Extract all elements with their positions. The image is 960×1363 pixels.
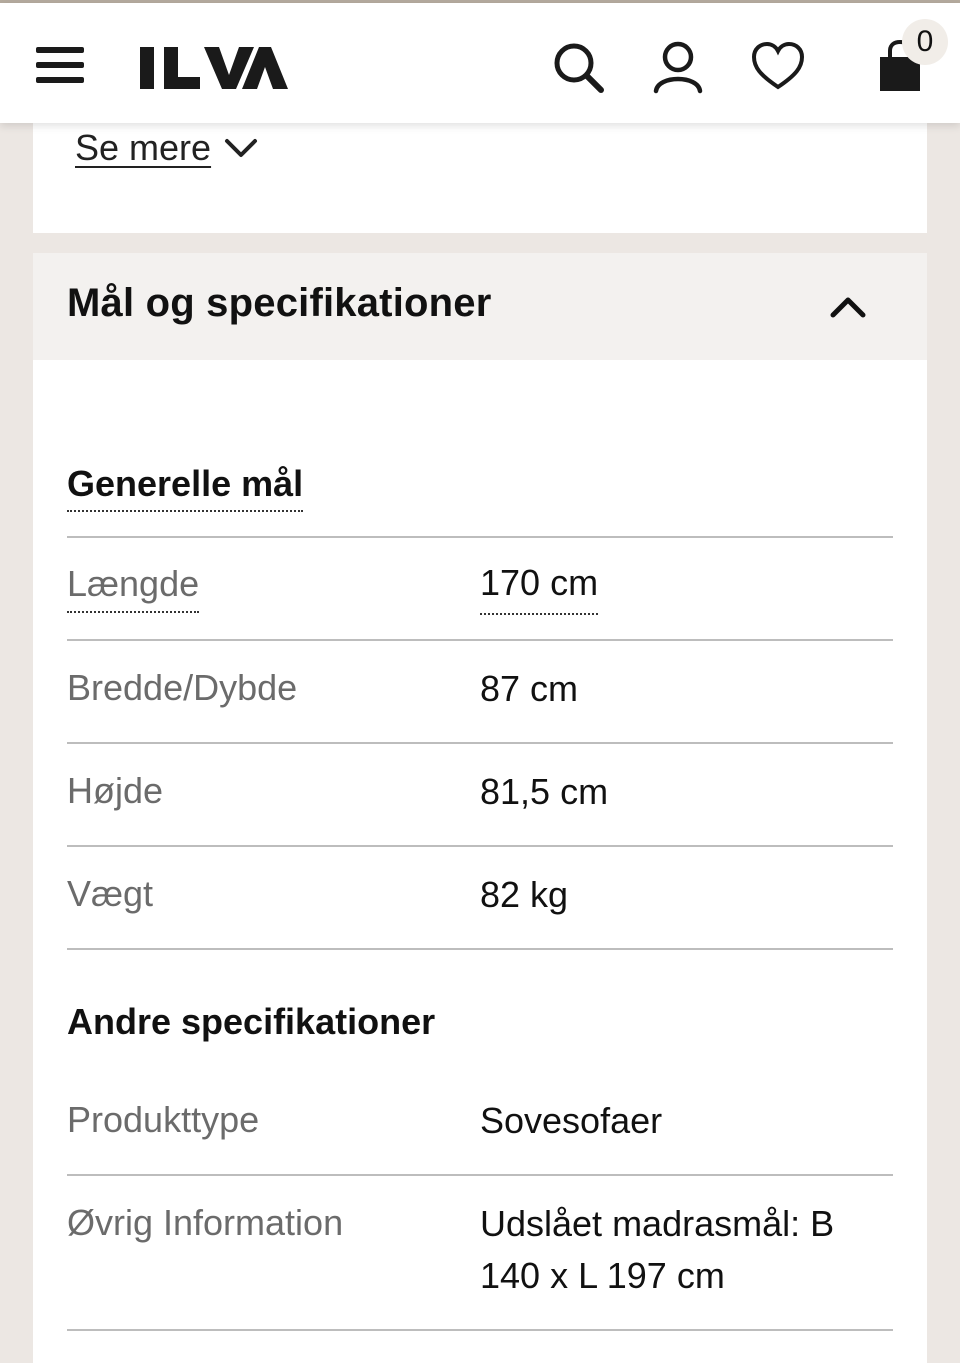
divider — [67, 742, 893, 744]
divider — [67, 1329, 893, 1331]
search-icon[interactable] — [550, 39, 606, 95]
account-icon[interactable] — [650, 39, 706, 95]
spec-value: 87 cm — [480, 668, 579, 709]
divider — [67, 845, 893, 847]
description-card: Se mere — [33, 123, 927, 233]
spec-value: Udslået madrasmål: B 140 x L 197 cm — [480, 1203, 835, 1296]
other-specifications-title: Andre specifikationer — [67, 1001, 436, 1042]
see-more-link[interactable]: Se mere — [75, 127, 211, 169]
cart-count-badge: 0 — [902, 19, 948, 65]
heart-icon[interactable] — [750, 39, 806, 95]
spec-label: Vægt — [67, 873, 154, 914]
specifications-accordion-header[interactable]: Mål og specifikationer — [33, 253, 927, 360]
spec-value[interactable]: 170 cm — [480, 559, 599, 615]
general-measurements-title[interactable]: Generelle mål — [67, 463, 304, 512]
spec-row-height: Højde 81,5 cm — [67, 766, 893, 826]
divider — [67, 948, 893, 950]
spec-row-weight: Vægt 82 kg — [67, 869, 893, 929]
site-header: 0 — [0, 3, 960, 123]
ilva-logo[interactable] — [138, 43, 288, 93]
spec-row-product-type: Produkttype Sovesofaer — [67, 1095, 893, 1155]
divider — [67, 1174, 893, 1176]
spec-value: 81,5 cm — [480, 771, 609, 812]
chevron-up-icon[interactable] — [829, 293, 867, 319]
spec-label: Øvrig Information — [67, 1202, 344, 1243]
divider — [67, 536, 893, 538]
spec-label[interactable]: Længde — [67, 563, 200, 613]
spec-label: Bredde/Dybde — [67, 667, 298, 708]
menu-icon[interactable] — [36, 47, 84, 91]
spec-row-other-info: Øvrig Information Udslået madrasmål: B 1… — [67, 1198, 893, 1318]
chevron-down-icon[interactable] — [223, 135, 259, 161]
divider — [67, 639, 893, 641]
specifications-title: Mål og specifikationer — [67, 281, 492, 325]
general-measurements-label: Generelle mål — [67, 463, 304, 512]
spec-label: Produkttype — [67, 1099, 260, 1140]
spec-value: Sovesofaer — [480, 1100, 663, 1141]
specifications-panel: Mål og specifikationer Generelle mål Læn… — [33, 253, 927, 1363]
spec-row-length: Længde 170 cm — [67, 559, 893, 619]
spec-value: 82 kg — [480, 874, 569, 915]
spec-row-width-depth: Bredde/Dybde 87 cm — [67, 663, 893, 723]
spec-label: Højde — [67, 770, 164, 811]
